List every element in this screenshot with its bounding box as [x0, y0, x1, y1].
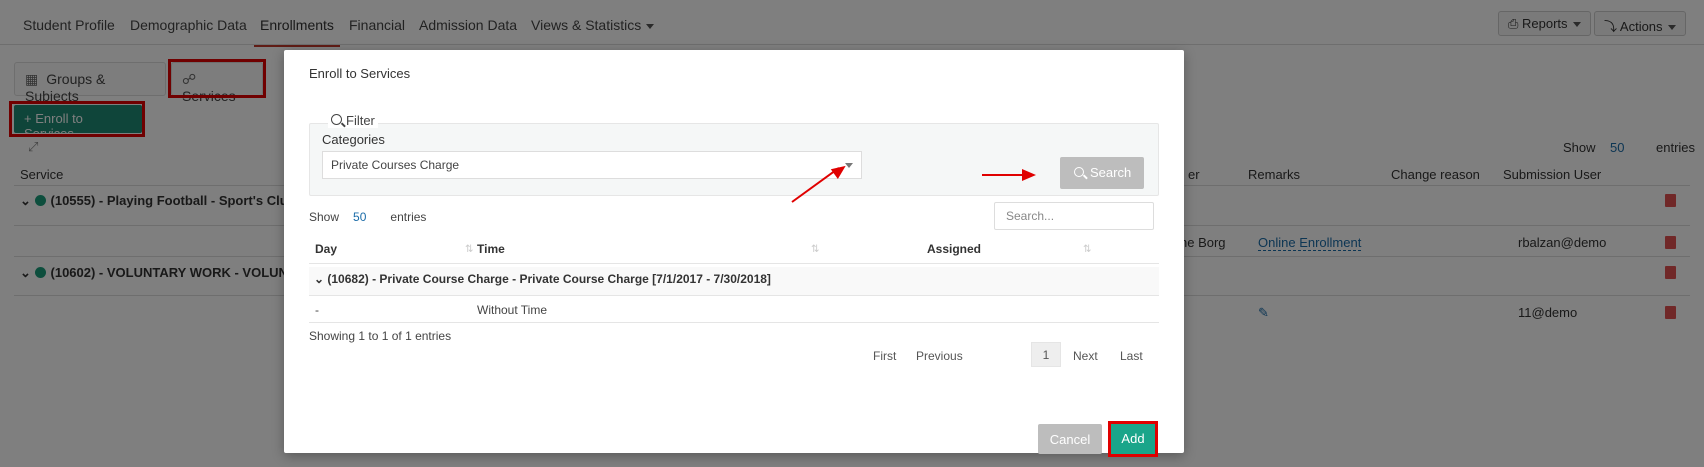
divider: [309, 263, 1159, 264]
search-icon: [331, 114, 342, 125]
column-header-day[interactable]: Day: [315, 242, 337, 256]
categories-select[interactable]: Private Courses Charge: [322, 151, 862, 179]
search-button[interactable]: Search: [1060, 157, 1144, 189]
enroll-services-modal: Enroll to Services Filter Categories Pri…: [284, 50, 1184, 457]
pagination-previous[interactable]: Previous: [916, 349, 963, 363]
chevron-down-icon: ⌄: [314, 272, 328, 286]
annotation-arrowhead: [1022, 169, 1036, 181]
cell-time: Without Time: [477, 303, 548, 317]
sort-icon[interactable]: ⇅: [1083, 244, 1091, 255]
table-search-input[interactable]: Search...: [994, 202, 1154, 230]
divider: [309, 295, 1159, 296]
sort-icon[interactable]: ⇅: [811, 244, 819, 255]
categories-value: Private Courses Charge: [331, 158, 460, 172]
cancel-button[interactable]: Cancel: [1038, 424, 1102, 454]
search-icon: [1074, 167, 1084, 177]
highlight-frame-add: [1108, 421, 1158, 457]
show-label: Show: [309, 210, 340, 224]
pagination-first[interactable]: First: [873, 349, 896, 363]
cell-day: -: [315, 303, 319, 317]
categories-label: Categories: [322, 132, 385, 147]
modal-title: Enroll to Services: [309, 66, 411, 81]
show-entries: Show 50 entries: [309, 210, 426, 224]
group-row-label: ⌄ (10682) - Private Course Charge - Priv…: [314, 272, 771, 286]
page-length-select[interactable]: 50: [353, 210, 366, 224]
group-row-text: (10682) - Private Course Charge - Privat…: [327, 272, 771, 286]
sort-icon[interactable]: ⇅: [465, 244, 473, 255]
column-header-time[interactable]: Time: [477, 242, 505, 256]
search-button-label: Search: [1090, 165, 1132, 180]
entries-label: entries: [390, 210, 427, 224]
filter-label: Filter: [346, 113, 375, 128]
filter-legend: Filter: [328, 113, 378, 128]
divider: [309, 322, 1159, 323]
table-info: Showing 1 to 1 of 1 entries: [309, 329, 452, 343]
pagination-next[interactable]: Next: [1073, 349, 1098, 363]
annotation-arrow: [982, 174, 1027, 176]
pagination-last[interactable]: Last: [1120, 349, 1143, 363]
pagination-current[interactable]: 1: [1031, 342, 1061, 367]
column-header-assigned[interactable]: Assigned: [927, 242, 981, 256]
